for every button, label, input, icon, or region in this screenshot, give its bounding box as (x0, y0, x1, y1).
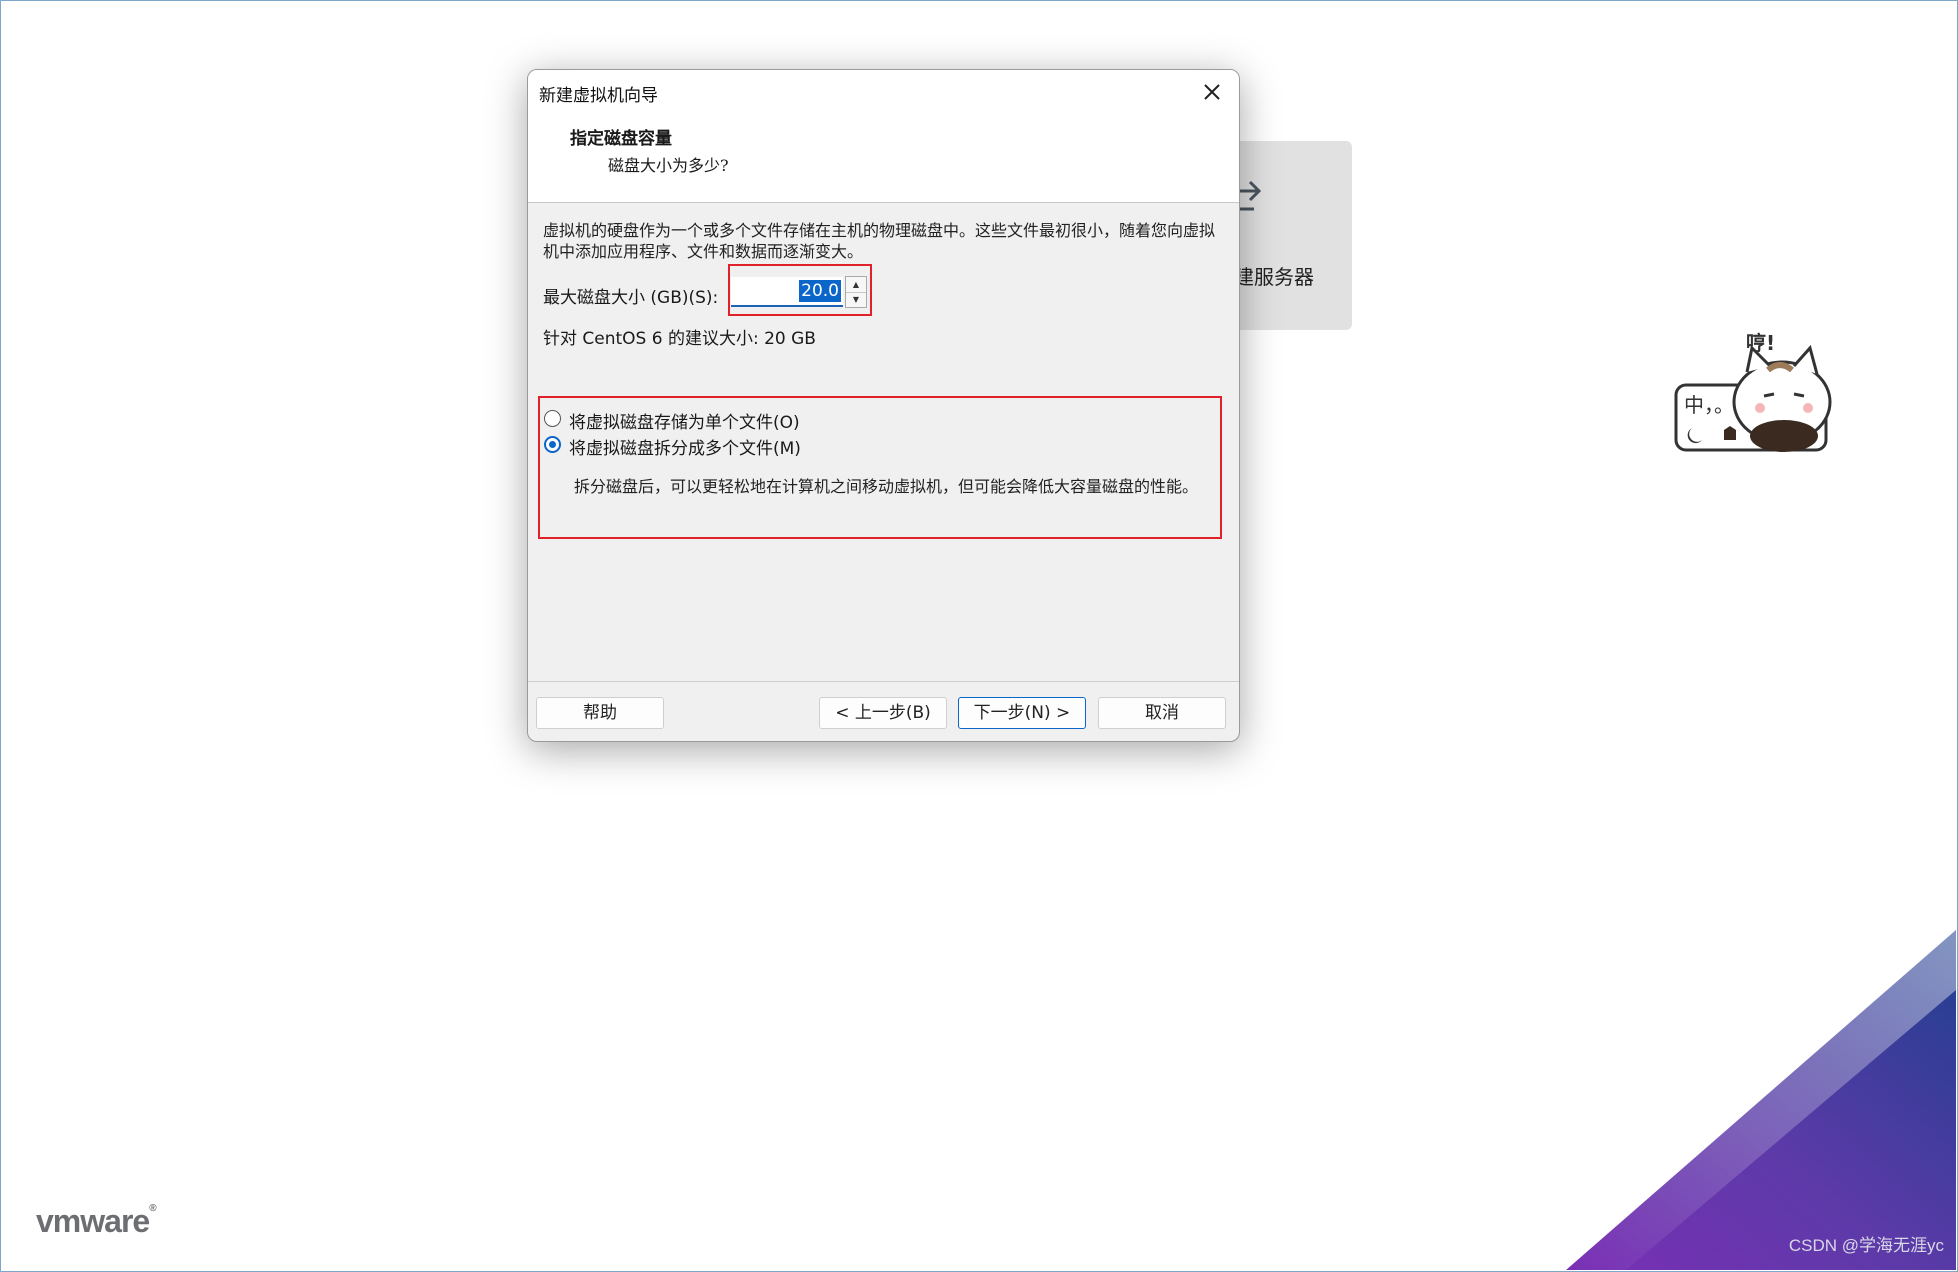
back-button[interactable]: < 上一步(B) (819, 697, 947, 729)
csdn-watermark: CSDN @学海无涯yc (1788, 1236, 1944, 1255)
max-disk-size-label: 最大磁盘大小 (GB)(S): (543, 288, 719, 308)
radio-checked-icon[interactable] (544, 436, 561, 453)
radio-unchecked-icon[interactable] (544, 410, 561, 427)
footer-divider (528, 681, 1239, 682)
sticker-exclaim-text: 哼! (1746, 331, 1775, 355)
next-button[interactable]: 下一步(N) > (958, 697, 1086, 729)
new-vm-wizard-dialog: 新建虚拟机向导 指定磁盘容量 磁盘大小为多少? 虚拟机的硬盘作为一个或多个文件存… (527, 69, 1240, 742)
card-label: 建服务器 (1234, 265, 1314, 289)
close-icon[interactable] (1200, 80, 1224, 104)
vmware-logo: vmware® (36, 1203, 157, 1239)
recommended-size-text: 针对 CentOS 6 的建议大小: 20 GB (543, 329, 816, 349)
dialog-title: 新建虚拟机向导 (539, 86, 658, 106)
radio-split-files-label: 将虚拟磁盘拆分成多个文件(M) (569, 439, 801, 459)
sticker-bubble-text: 中，。 (1684, 393, 1734, 417)
radio-single-file-label: 将虚拟磁盘存储为单个文件(O) (569, 413, 800, 433)
page-subheading: 磁盘大小为多少? (608, 156, 729, 175)
split-description: 拆分磁盘后，可以更轻松地在计算机之间移动虚拟机，但可能会降低大容量磁盘的性能。 (574, 477, 1199, 496)
highlight-box-size (728, 264, 872, 316)
help-button[interactable]: 帮助 (536, 697, 664, 729)
cat-sticker-image: 中，。 哼! (1674, 331, 1832, 452)
page-heading: 指定磁盘容量 (570, 129, 672, 149)
dialog-header: 新建虚拟机向导 指定磁盘容量 磁盘大小为多少? (528, 70, 1239, 203)
cancel-button[interactable]: 取消 (1098, 697, 1226, 729)
disk-description: 虚拟机的硬盘作为一个或多个文件存储在主机的物理磁盘中。这些文件最初很小，随着您向… (543, 221, 1216, 261)
decorative-gradient-triangle (1566, 930, 1956, 1270)
